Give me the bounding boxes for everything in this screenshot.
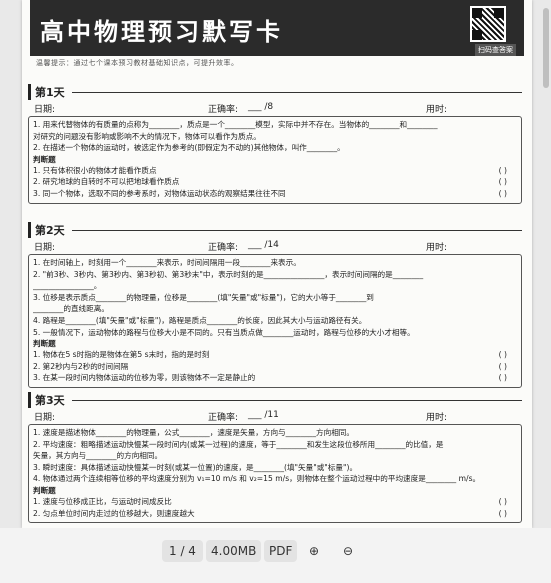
scrollbar[interactable]: [543, 8, 549, 88]
score-label: 正确率:: [208, 105, 239, 115]
judge-label: 判断题: [33, 154, 56, 164]
qr-caption: 扫码查答案: [475, 44, 516, 56]
score-label: 正确率:: [208, 243, 239, 253]
time-label: 用时:: [426, 413, 448, 423]
question-line: 3. 位移是表示质点________的物理量，位移是________(填"矢量"…: [33, 292, 374, 302]
score-value: ___ /8: [248, 102, 274, 112]
day-tag: 第1天: [28, 84, 69, 100]
time-label: 用时:: [426, 105, 448, 115]
day-tag: 第2天: [28, 222, 69, 238]
score-value: ___ /11: [248, 410, 279, 420]
score-value: ___ /14: [248, 240, 279, 250]
pdf-page: 高中物理预习默写卡 扫码查答案 温馨提示：通过七个课本预习教材基础知识点，可提升…: [22, 0, 532, 528]
judge-item: 2. 研究地球的自转时不可以把地球看作质点( ): [33, 177, 507, 187]
judge-label: 判断题: [33, 485, 56, 495]
day-meta: 日期: 正确率: ___ /8 用时:: [22, 100, 532, 116]
time-label: 用时:: [426, 243, 448, 253]
day-section-1: 第1天 日期: 正确率: ___ /8 用时: 1. 用来代替物体的有质量的点称…: [22, 84, 532, 204]
question-line: 1. 速度是描述物体________的物理量，公式________，速度是矢量，…: [33, 428, 354, 437]
question-line: 5. 一般情况下，运动物体的路程与位移大小是不同的。只有当质点做________…: [33, 327, 415, 337]
question-line: 2. 在描述一个物体的运动时，被选定作为参考的(即假定为不动的)其他物体，叫作_…: [33, 143, 345, 153]
question-line: 4. 路程是________(填"矢量"或"标量")，路程是质点________…: [33, 315, 367, 325]
question-line: ________的直线距离。: [33, 304, 109, 314]
document-viewer[interactable]: 高中物理预习默写卡 扫码查答案 温馨提示：通过七个课本预习教材基础知识点，可提升…: [0, 0, 551, 528]
file-size: 4.00MB: [206, 540, 262, 562]
judge-item: 3. 在某一段时间内物体运动的位移为零，则该物体不一定是静止的( ): [33, 373, 507, 383]
judge-item: 2. 第2秒内与2秒的时间间隔( ): [33, 361, 507, 371]
judge-item: 1. 只有体积很小的物体才能看作质点( ): [33, 165, 507, 175]
day-section-3: 第3天 日期: 正确率: ___ /11 用时: 1. 速度是描述物体_____…: [22, 392, 532, 524]
zoom-in-icon[interactable]: ⊕: [303, 540, 325, 562]
question-line: 对研究的问题没有影响或影响不大的情况下，物体可以看作为质点。: [33, 131, 261, 141]
file-type: PDF: [264, 540, 298, 562]
question-line: 1. 用来代替物体的有质量的点称为________，质点是一个________模…: [33, 120, 438, 129]
question-line: ________________。: [33, 281, 102, 291]
question-line: 2. 平均速度：粗略描述运动快慢某一段时间内(或某一过程)的速度，等于_____…: [33, 439, 444, 449]
question-line: 4. 物体通过两个连续相等位移的平均速度分别为 v₁=10 m/s 和 v₂=1…: [33, 474, 481, 484]
day-meta: 日期: 正确率: ___ /14 用时:: [22, 238, 532, 254]
tip-text: 温馨提示：通过七个课本预习教材基础知识点，可提升效率。: [36, 59, 239, 67]
question-line: 2. "前3秒、3秒内、第3秒内、第3秒初、第3秒末"中，表示时刻的是_____…: [33, 269, 424, 279]
day-section-2: 第2天 日期: 正确率: ___ /14 用时: 1. 在时间轴上，时刻用一个_…: [22, 222, 532, 388]
question-box: 1. 用来代替物体的有质量的点称为________，质点是一个________模…: [28, 116, 522, 204]
day-meta: 日期: 正确率: ___ /11 用时:: [22, 408, 532, 424]
qr-code: [470, 6, 506, 42]
question-line: 1. 在时间轴上，时刻用一个________来表示，时间间隔用一段_______…: [33, 258, 301, 267]
page-indicator[interactable]: 1 / 4: [162, 540, 203, 562]
judge-item: 1. 物体在5 s时指的是物体在第5 s末时，指的是时刻( ): [33, 350, 507, 360]
zoom-out-icon[interactable]: ⊖: [337, 540, 359, 562]
judge-item: 1. 速度与位移成正比，与运动时间成反比( ): [33, 496, 507, 506]
day-tag: 第3天: [28, 392, 69, 408]
judge-label: 判断题: [33, 339, 56, 349]
judge-item: 3. 同一个物体，选取不同的参考系时，对物体运动状态的观察结果往往不同( ): [33, 188, 507, 198]
date-label: 日期:: [34, 243, 56, 253]
question-box: 1. 在时间轴上，时刻用一个________来表示，时间间隔用一段_______…: [28, 254, 522, 388]
title-banner: 高中物理预习默写卡 扫码查答案: [30, 0, 524, 56]
judge-item: 2. 匀点单位时间内走过的位移越大，则速度越大( ): [33, 508, 507, 518]
question-line: 3. 瞬时速度：具体描述运动快慢某一时刻(或某一位置)的速度，是________…: [33, 462, 358, 472]
page-title: 高中物理预习默写卡: [40, 17, 283, 46]
question-line: 矢量，其方向与________的方向相同。: [33, 451, 163, 461]
viewer-toolbar: 1 / 4 4.00MB PDF ⊕ ⊖: [0, 528, 551, 583]
question-box: 1. 速度是描述物体________的物理量，公式________，速度是矢量，…: [28, 424, 522, 524]
score-label: 正确率:: [208, 413, 239, 423]
date-label: 日期:: [34, 105, 56, 115]
date-label: 日期:: [34, 413, 56, 423]
